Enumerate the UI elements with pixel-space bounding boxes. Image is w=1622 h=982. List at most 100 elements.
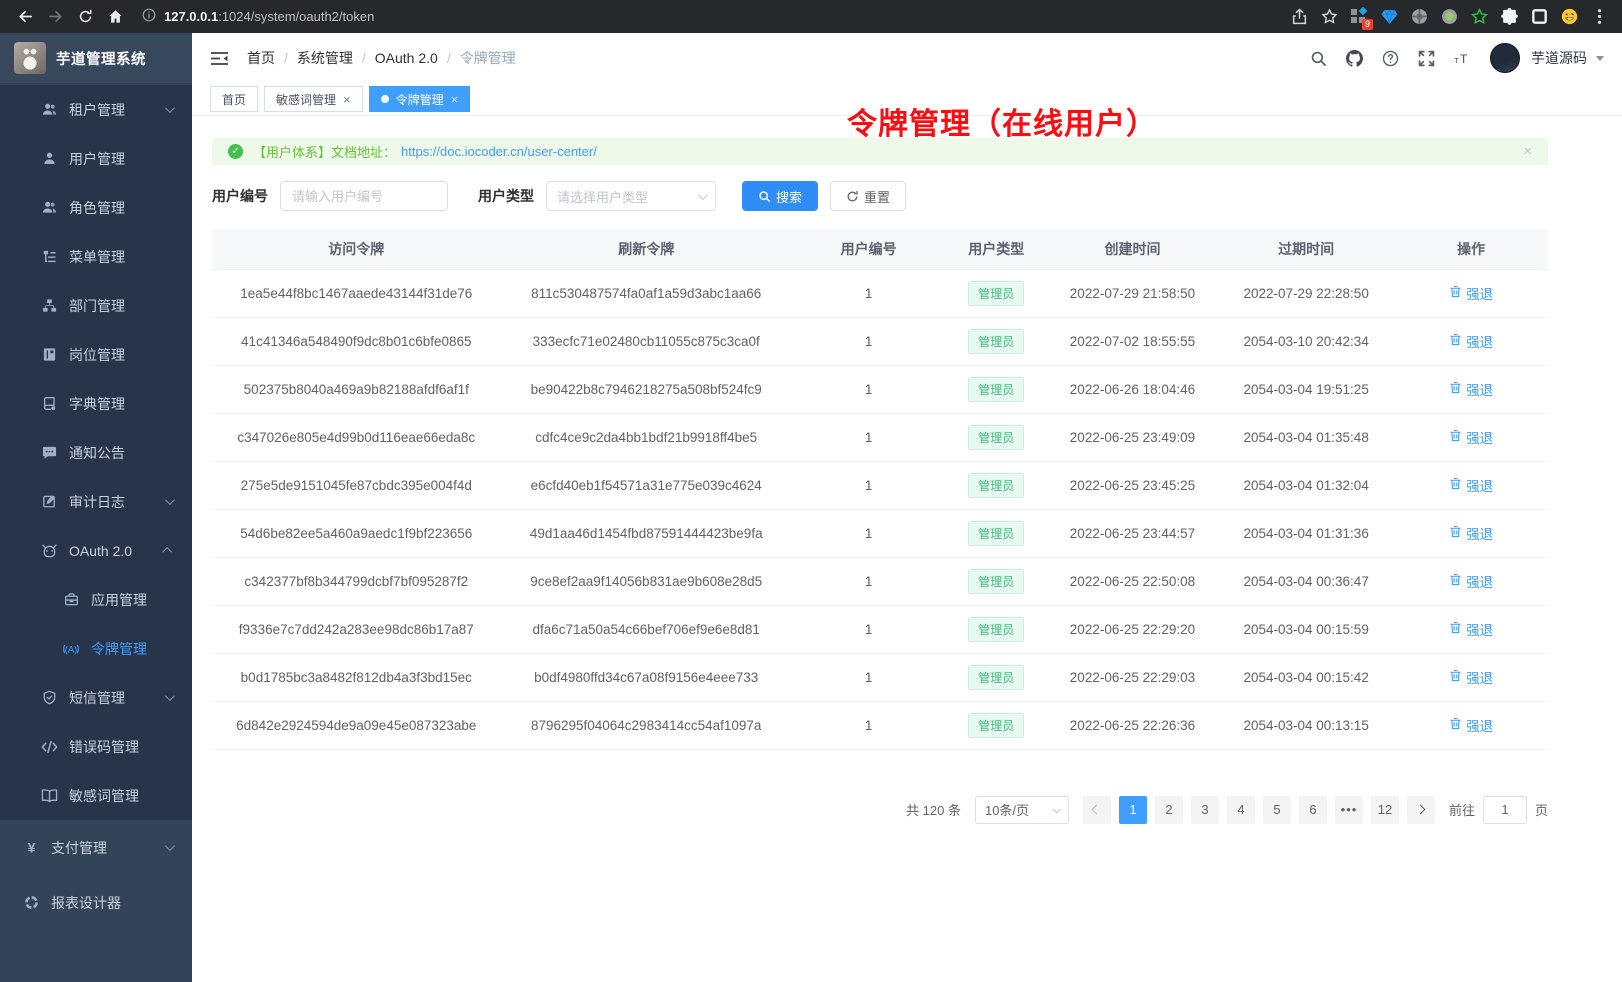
sidebar-item-role[interactable]: 角色管理 [0, 183, 192, 232]
page-ellipsis[interactable]: ••• [1335, 796, 1363, 824]
window-icon[interactable] [1531, 8, 1548, 25]
extensions-icon[interactable]: 9 [1351, 8, 1368, 25]
browser-forward-icon[interactable] [42, 4, 68, 30]
sidebar-item-tenant[interactable]: 租户管理 [0, 85, 192, 134]
user-id-input[interactable] [280, 181, 448, 211]
goto-page-input[interactable] [1483, 796, 1527, 824]
table-row: 54d6be82ee5a460a9aedc1f9bf22365649d1aa46… [212, 509, 1548, 557]
reset-button[interactable]: 重置 [830, 181, 906, 211]
sidebar-item-notice[interactable]: 通知公告 [0, 428, 192, 477]
tab-2[interactable]: 令牌管理× [369, 86, 471, 112]
breadcrumb-item[interactable]: 首页 [247, 48, 275, 68]
browser-back-icon[interactable] [12, 4, 38, 30]
alert-close-icon[interactable]: × [1523, 143, 1532, 160]
page-button-3[interactable]: 3 [1191, 796, 1219, 824]
user-avatar[interactable] [1490, 43, 1520, 73]
browser-menu-dots-icon[interactable] [1591, 8, 1608, 25]
sidebar-item-dept[interactable]: 部门管理 [0, 281, 192, 330]
doc-link[interactable]: https://doc.iocoder.cn/user-center/ [401, 144, 597, 159]
page-size-select[interactable]: 10条/页 [975, 796, 1069, 824]
search-icon[interactable] [1310, 50, 1327, 67]
force-logout-button[interactable]: 强退 [1449, 379, 1493, 399]
table-row: 1ea5e44f8bc1467aaede43144f31de76811c5304… [212, 269, 1548, 317]
record-extension-icon[interactable] [1441, 8, 1458, 25]
breadcrumb-item[interactable]: 系统管理 [297, 48, 353, 68]
sidebar-item-menu[interactable]: 菜单管理 [0, 232, 192, 281]
share-icon[interactable] [1291, 8, 1308, 25]
access-token-cell: 54d6be82ee5a460a9aedc1f9bf223656 [212, 509, 501, 557]
emoji-profile-icon[interactable] [1561, 8, 1578, 25]
force-logout-button[interactable]: 强退 [1449, 427, 1493, 447]
sidebar-item-pay[interactable]: ¥支付管理 [0, 820, 192, 875]
app-window: 芋道管理系统 租户管理用户管理角色管理菜单管理部门管理岗位管理字典管理通知公告审… [0, 33, 1622, 982]
sidebar-item-audit-log[interactable]: 审计日志 [0, 477, 192, 526]
app-logo[interactable]: 芋道管理系统 [0, 33, 192, 83]
top-navbar: 首页/系统管理/OAuth 2.0/令牌管理 TT 芋道源码 [192, 33, 1622, 83]
sidebar-item-oauth2[interactable]: OAuth 2.0 [0, 526, 192, 575]
table-row: 502375b8040a469a9b82188afdf6af1fbe90422b… [212, 365, 1548, 413]
next-page-button[interactable] [1407, 796, 1435, 824]
site-info-icon[interactable] [142, 8, 156, 25]
page-button-1[interactable]: 1 [1119, 796, 1147, 824]
force-logout-button[interactable]: 强退 [1449, 667, 1493, 687]
sidebar-item-oauth2-token[interactable]: (A)令牌管理 [0, 624, 192, 673]
page-button-12[interactable]: 12 [1371, 796, 1399, 824]
font-size-icon[interactable]: TT [1454, 50, 1471, 67]
sidebar-item-user[interactable]: 用户管理 [0, 134, 192, 183]
force-logout-button[interactable]: 强退 [1449, 475, 1493, 495]
force-logout-button[interactable]: 强退 [1449, 331, 1493, 351]
page-button-5[interactable]: 5 [1263, 796, 1291, 824]
force-logout-button[interactable]: 强退 [1449, 715, 1493, 735]
table-row: 275e5de9151045fe87cbdc395e004f4de6cfd40e… [212, 461, 1548, 509]
breadcrumb-item[interactable]: OAuth 2.0 [375, 50, 438, 66]
sidebar-item-report[interactable]: 报表设计器 [0, 875, 192, 930]
help-icon[interactable] [1382, 50, 1399, 67]
sidebar-item-dict[interactable]: 字典管理 [0, 379, 192, 428]
access-token-cell: 1ea5e44f8bc1467aaede43144f31de76 [212, 269, 501, 317]
tab-1[interactable]: 敏感词管理× [264, 86, 363, 112]
force-logout-button[interactable]: 强退 [1449, 571, 1493, 591]
sidebar-item-post[interactable]: 岗位管理 [0, 330, 192, 379]
page-button-2[interactable]: 2 [1155, 796, 1183, 824]
green-star-extension-icon[interactable] [1471, 8, 1488, 25]
bookmark-star-icon[interactable] [1321, 8, 1338, 25]
address-bar[interactable]: 127.0.0.1:1024/system/oauth2/token [142, 8, 1287, 25]
user-id-cell: 1 [792, 413, 946, 461]
user-type-select[interactable]: 请选择用户类型 [546, 181, 716, 211]
puzzle-extension-icon[interactable] [1501, 8, 1518, 25]
sidebar-item-sms[interactable]: 短信管理 [0, 673, 192, 722]
create-time-cell: 2022-06-25 23:45:25 [1047, 461, 1218, 509]
chevron-down-icon[interactable] [1596, 56, 1604, 65]
search-button[interactable]: 搜索 [742, 181, 818, 211]
sidebar-item-errcode[interactable]: 错误码管理 [0, 722, 192, 771]
create-time-cell: 2022-06-25 23:49:09 [1047, 413, 1218, 461]
wheel-extension-icon[interactable] [1411, 8, 1428, 25]
tab-close-icon[interactable]: × [451, 93, 459, 106]
browser-home-icon[interactable] [102, 4, 128, 30]
tab-close-icon[interactable]: × [343, 93, 351, 106]
page-button-4[interactable]: 4 [1227, 796, 1255, 824]
sidebar-item-sensitive[interactable]: 敏感词管理 [0, 771, 192, 820]
user-type-tag: 管理员 [968, 617, 1024, 642]
collapse-sidebar-icon[interactable] [210, 51, 229, 66]
page-button-6[interactable]: 6 [1299, 796, 1327, 824]
trash-icon [1449, 621, 1462, 637]
gem-extension-icon[interactable] [1381, 8, 1398, 25]
force-logout-button[interactable]: 强退 [1449, 619, 1493, 639]
github-icon[interactable] [1346, 50, 1363, 67]
expire-time-cell: 2054-03-04 00:36:47 [1218, 557, 1394, 605]
browser-reload-icon[interactable] [72, 4, 98, 30]
trash-icon [1449, 429, 1462, 445]
create-time-cell: 2022-07-29 21:58:50 [1047, 269, 1218, 317]
col-access-token: 访问令牌 [212, 229, 501, 269]
fullscreen-icon[interactable] [1418, 50, 1435, 67]
prev-page-button[interactable] [1083, 796, 1111, 824]
force-logout-button[interactable]: 强退 [1449, 523, 1493, 543]
user-type-cell: 管理员 [945, 317, 1047, 365]
access-token-cell: 502375b8040a469a9b82188afdf6af1f [212, 365, 501, 413]
sidebar-item-oauth2-app[interactable]: 应用管理 [0, 575, 192, 624]
user-name[interactable]: 芋道源码 [1531, 48, 1587, 68]
tab-0[interactable]: 首页 [210, 86, 258, 112]
table-row: c347026e805e4d99b0d116eae66eda8ccdfc4ce9… [212, 413, 1548, 461]
force-logout-button[interactable]: 强退 [1449, 283, 1493, 303]
